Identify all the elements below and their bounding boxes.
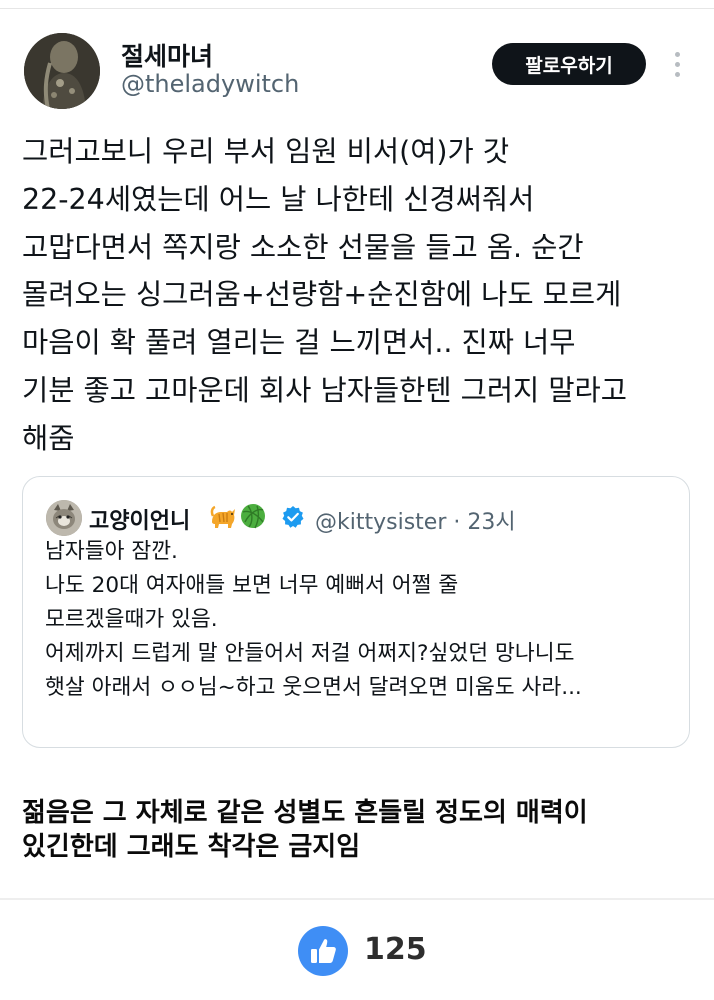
quote-author-handle-time: @kittysister · 23시: [315, 510, 516, 535]
quote-author-avatar: [46, 500, 82, 536]
follow-button[interactable]: 팔로우하기: [492, 43, 646, 85]
author-handle[interactable]: @theladywitch: [121, 70, 299, 98]
quote-line: 남자들아 잠깐.: [45, 539, 178, 564]
tweet-line: 고맙다면서 쪽지랑 소소한 선물을 들고 옴. 순간: [22, 230, 584, 264]
comment-line: 젊음은 그 자체로 같은 성별도 흔들릴 정도의 매력이: [22, 798, 588, 828]
quote-line: 햇살 아래서 ㅇㅇ님~하고 웃으면서 달려오면 미움도 사라...: [45, 675, 582, 700]
like-button[interactable]: [298, 926, 348, 976]
quote-line: 어제까지 드럽게 말 안들어서 저걸 어쩌지?싶었던 망나니도: [45, 641, 575, 666]
tweet-line: 22-24세였는데 어느 날 나한테 신경써줘서: [22, 182, 535, 216]
author-avatar[interactable]: [24, 33, 100, 109]
quote-line: 나도 20대 여자애들 보면 너무 예뻐서 어쩔 줄: [45, 573, 459, 598]
post-comment: 젊음은 그 자체로 같은 성별도 흔들릴 정도의 매력이 있긴한데 그래도 착각…: [22, 796, 702, 864]
tweet-line: 기분 좋고 고마운데 회사 남자들한텐 그러지 말라고: [22, 373, 627, 407]
tweet-line: 그러고보니 우리 부서 임원 비서(여)가 갓: [22, 135, 510, 168]
quote-author-name: 고양이언니: [89, 509, 191, 534]
author-name[interactable]: 절세마녀: [121, 37, 213, 73]
thumbs-up-icon: [311, 939, 336, 963]
yarn-ball-emoji-icon: [241, 504, 265, 529]
like-count: 125: [364, 932, 427, 967]
cat-emoji-icon: [210, 505, 235, 528]
verified-badge-icon: [282, 506, 304, 528]
tweet-line: 해줌: [22, 421, 75, 455]
more-options-icon[interactable]: [668, 46, 688, 82]
top-divider: [0, 8, 714, 9]
bottom-divider: [0, 898, 714, 900]
tweet-line: 마음이 확 풀려 열리는 걸 느끼면서.. 진짜 너무: [22, 326, 576, 360]
quoted-tweet-card[interactable]: 고양이언니 @kittysister · 23시 남자들아 잠깐. 나도 20대…: [22, 476, 690, 748]
tweet-line: 몰려오는 싱그러움+선량함+순진함에 나도 모르게: [22, 278, 622, 312]
comment-line: 있긴한데 그래도 착각은 금지임: [22, 832, 361, 862]
tweet-text: 그러고보니 우리 부서 임원 비서(여)가 갓 22-24세였는데 어느 날 나…: [22, 128, 702, 463]
quote-text: 남자들아 잠깐. 나도 20대 여자애들 보면 너무 예뻐서 어쩔 줄 모르겠을…: [45, 535, 685, 705]
quote-line: 모르겠을때가 있음.: [45, 607, 218, 632]
